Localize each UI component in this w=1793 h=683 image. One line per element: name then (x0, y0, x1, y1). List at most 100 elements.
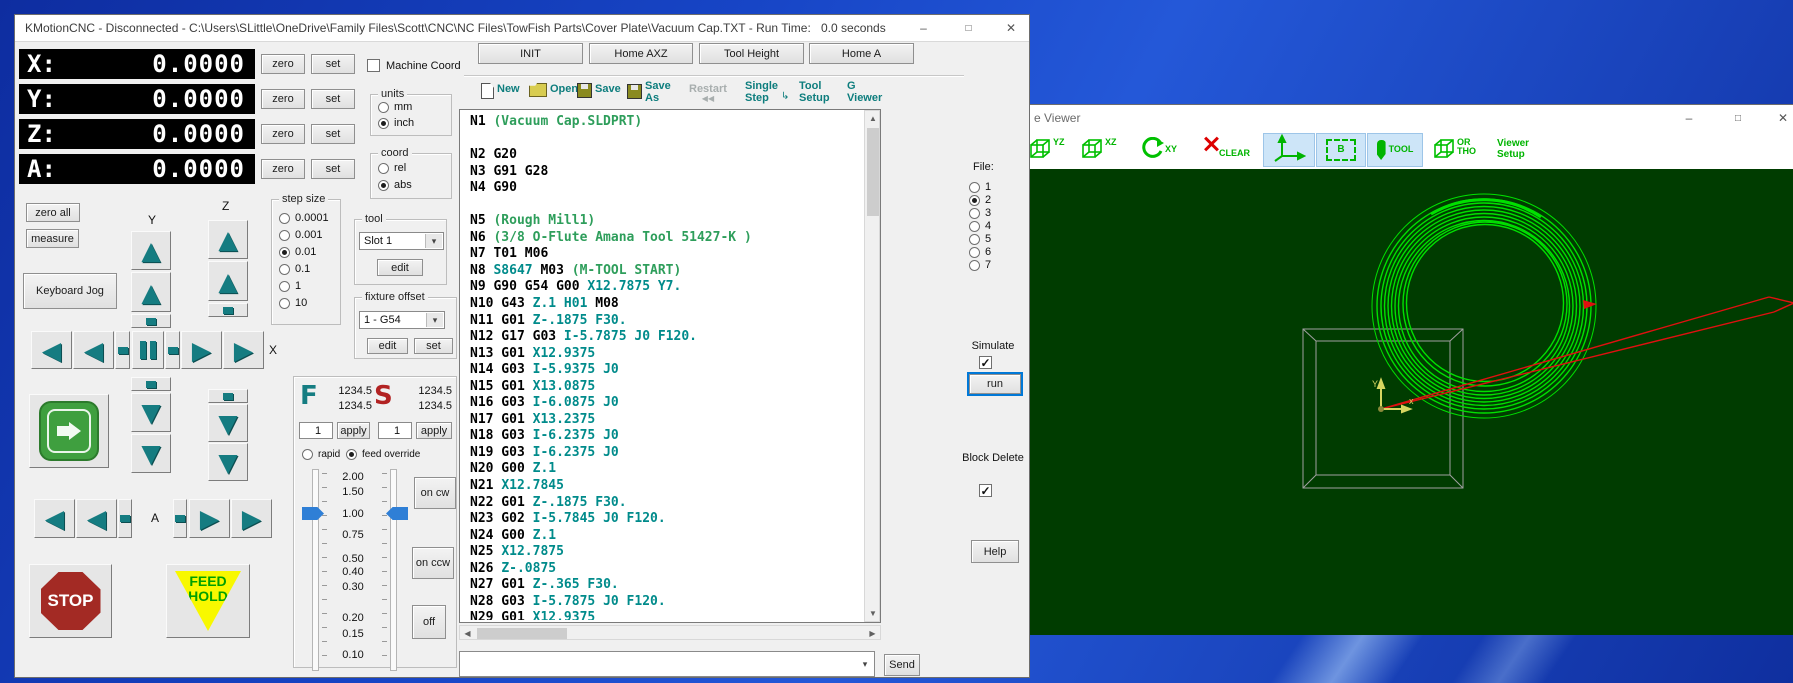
jog-x-minus-fast-button[interactable]: ◀ (31, 331, 72, 369)
fixture-edit-button[interactable]: edit (367, 338, 408, 354)
main-titlebar[interactable]: KMotionCNC - Disconnected - C:\Users\SLi… (15, 15, 1029, 42)
step-size-radio-1[interactable]: 1 (279, 280, 301, 292)
jog-y-minus-step-button[interactable] (131, 377, 171, 391)
maximize-button[interactable]: □ (946, 15, 991, 41)
jog-x-minus-step-button[interactable] (115, 331, 130, 369)
editor-vscrollbar[interactable]: ▲ ▼ (864, 110, 880, 622)
viewer-titlebar[interactable]: e Viewer – □ ✕ (901, 105, 1793, 132)
rotate-xy-button[interactable]: XY (1141, 137, 1177, 166)
show-tool-button[interactable]: TOOL (1367, 133, 1423, 167)
open-file-button[interactable]: Open (529, 83, 578, 97)
send-button[interactable]: Send (884, 654, 920, 676)
jog-pause-button[interactable] (132, 331, 164, 369)
help-button[interactable]: Help (971, 540, 1019, 563)
keyboard-jog-button[interactable]: Keyboard Jog (23, 273, 117, 309)
set-a-button[interactable]: set (311, 159, 355, 179)
view-yz-button[interactable]: YZ (1029, 138, 1065, 165)
scroll-up-icon[interactable]: ▲ (865, 111, 881, 126)
jog-y-minus-fast-button[interactable]: ▼ (131, 434, 171, 473)
viewer-close-button[interactable]: ✕ (1761, 105, 1793, 131)
speed-slider-track[interactable] (390, 469, 397, 671)
file-select-radio-1[interactable]: 1 (969, 181, 991, 193)
set-y-button[interactable]: set (311, 89, 355, 109)
jog-z-minus-step-button[interactable] (208, 389, 248, 403)
save-button[interactable]: Save (577, 83, 621, 98)
close-button[interactable]: ✕ (991, 15, 1031, 41)
ortho-button[interactable]: OR THO (1433, 138, 1476, 165)
file-select-radio-3[interactable]: 3 (969, 207, 991, 219)
file-select-radio-2[interactable]: 2 (969, 194, 991, 206)
tool-setup-button[interactable]: Tool Setup (799, 81, 833, 104)
bounding-box-button[interactable]: B (1316, 133, 1366, 167)
speed-apply-button[interactable]: apply (416, 422, 452, 439)
zero-a-button[interactable]: zero (261, 159, 305, 179)
jog-a-minus-fast-button[interactable]: ◀ (34, 499, 75, 538)
scroll-down-icon[interactable]: ▼ (865, 606, 881, 621)
speed-override-input[interactable]: 1 (378, 422, 412, 439)
feed-hold-button[interactable]: FEED HOLD (166, 564, 250, 638)
jog-x-minus-button[interactable]: ◀ (73, 331, 114, 369)
zero-y-button[interactable]: zero (261, 89, 305, 109)
step-size-radio-10[interactable]: 10 (279, 297, 307, 309)
fixture-offset-select[interactable]: 1 - G54▾ (359, 311, 445, 329)
step-size-radio-0.001[interactable]: 0.001 (279, 229, 323, 241)
measure-button[interactable]: measure (26, 229, 79, 248)
cycle-start-button[interactable] (29, 394, 109, 468)
feed-slider-thumb[interactable] (302, 507, 324, 520)
view-xz-button[interactable]: XZ (1081, 138, 1117, 165)
zero-all-button[interactable]: zero all (26, 203, 80, 222)
feed-override-radio[interactable]: feed override (346, 449, 420, 460)
new-file-button[interactable]: New (481, 83, 520, 99)
jog-z-plus-step-button[interactable] (208, 303, 248, 317)
coord-abs-radio[interactable]: abs (378, 179, 412, 191)
spindle-off-button[interactable]: off (412, 605, 446, 639)
scroll-right-icon[interactable]: ▶ (865, 626, 880, 641)
jog-z-plus-button[interactable]: ▲ (208, 261, 248, 301)
jog-a-plus-step-button[interactable] (173, 499, 187, 538)
scroll-left-icon[interactable]: ◀ (460, 626, 475, 641)
minimize-button[interactable]: – (901, 15, 946, 41)
tool-height-button[interactable]: Tool Height (699, 43, 804, 64)
units-mm-radio[interactable]: mm (378, 101, 412, 113)
jog-y-plus-button[interactable]: ▲ (131, 272, 171, 312)
zero-x-button[interactable]: zero (261, 54, 305, 74)
zero-z-button[interactable]: zero (261, 124, 305, 144)
file-select-radio-7[interactable]: 7 (969, 259, 991, 271)
tool-edit-button[interactable]: edit (377, 259, 423, 276)
fixture-set-button[interactable]: set (414, 338, 453, 354)
jog-x-plus-step-button[interactable] (165, 331, 180, 369)
home-a-button[interactable]: Home A (809, 43, 914, 64)
step-size-radio-0.01[interactable]: 0.01 (279, 246, 316, 258)
machine-coord-checkbox[interactable] (367, 59, 380, 72)
show-axes-button[interactable] (1263, 133, 1315, 167)
file-select-radio-5[interactable]: 5 (969, 233, 991, 245)
simulate-checkbox[interactable]: ✓ (979, 356, 992, 369)
jog-z-minus-fast-button[interactable]: ▼ (208, 443, 248, 481)
jog-y-plus-fast-button[interactable]: ▲ (131, 231, 171, 270)
block-delete-checkbox[interactable]: ✓ (979, 484, 992, 497)
mdi-command-input[interactable]: ▾ (459, 651, 875, 677)
g-viewer-button[interactable]: G Viewer (847, 81, 885, 104)
jog-y-plus-step-button[interactable] (131, 314, 171, 328)
viewer-setup-button[interactable]: Viewer Setup (1497, 139, 1547, 160)
viewer-canvas[interactable]: Y x (901, 169, 1793, 635)
jog-z-plus-fast-button[interactable]: ▲ (208, 220, 248, 259)
init-button[interactable]: INIT (478, 43, 583, 64)
run-button[interactable]: run (969, 374, 1021, 394)
vscroll-thumb[interactable] (867, 128, 879, 216)
file-select-radio-4[interactable]: 4 (969, 220, 991, 232)
jog-a-plus-fast-button[interactable]: ▶ (231, 499, 272, 538)
jog-x-plus-button[interactable]: ▶ (181, 331, 222, 369)
step-size-radio-0.1[interactable]: 0.1 (279, 263, 310, 275)
file-select-radio-6[interactable]: 6 (969, 246, 991, 258)
spindle-on-ccw-button[interactable]: on ccw (412, 547, 454, 579)
editor-hscrollbar[interactable]: ◀ ▶ (459, 625, 881, 640)
viewer-minimize-button[interactable]: – (1667, 105, 1711, 131)
feed-slider-track[interactable] (312, 469, 319, 671)
jog-a-minus-step-button[interactable] (118, 499, 132, 538)
jog-y-minus-button[interactable]: ▼ (131, 393, 171, 432)
single-step-button[interactable]: Single Step ↳ (745, 81, 789, 104)
feed-apply-button[interactable]: apply (337, 422, 370, 439)
coord-rel-radio[interactable]: rel (378, 162, 406, 174)
viewer-maximize-button[interactable]: □ (1716, 105, 1760, 131)
